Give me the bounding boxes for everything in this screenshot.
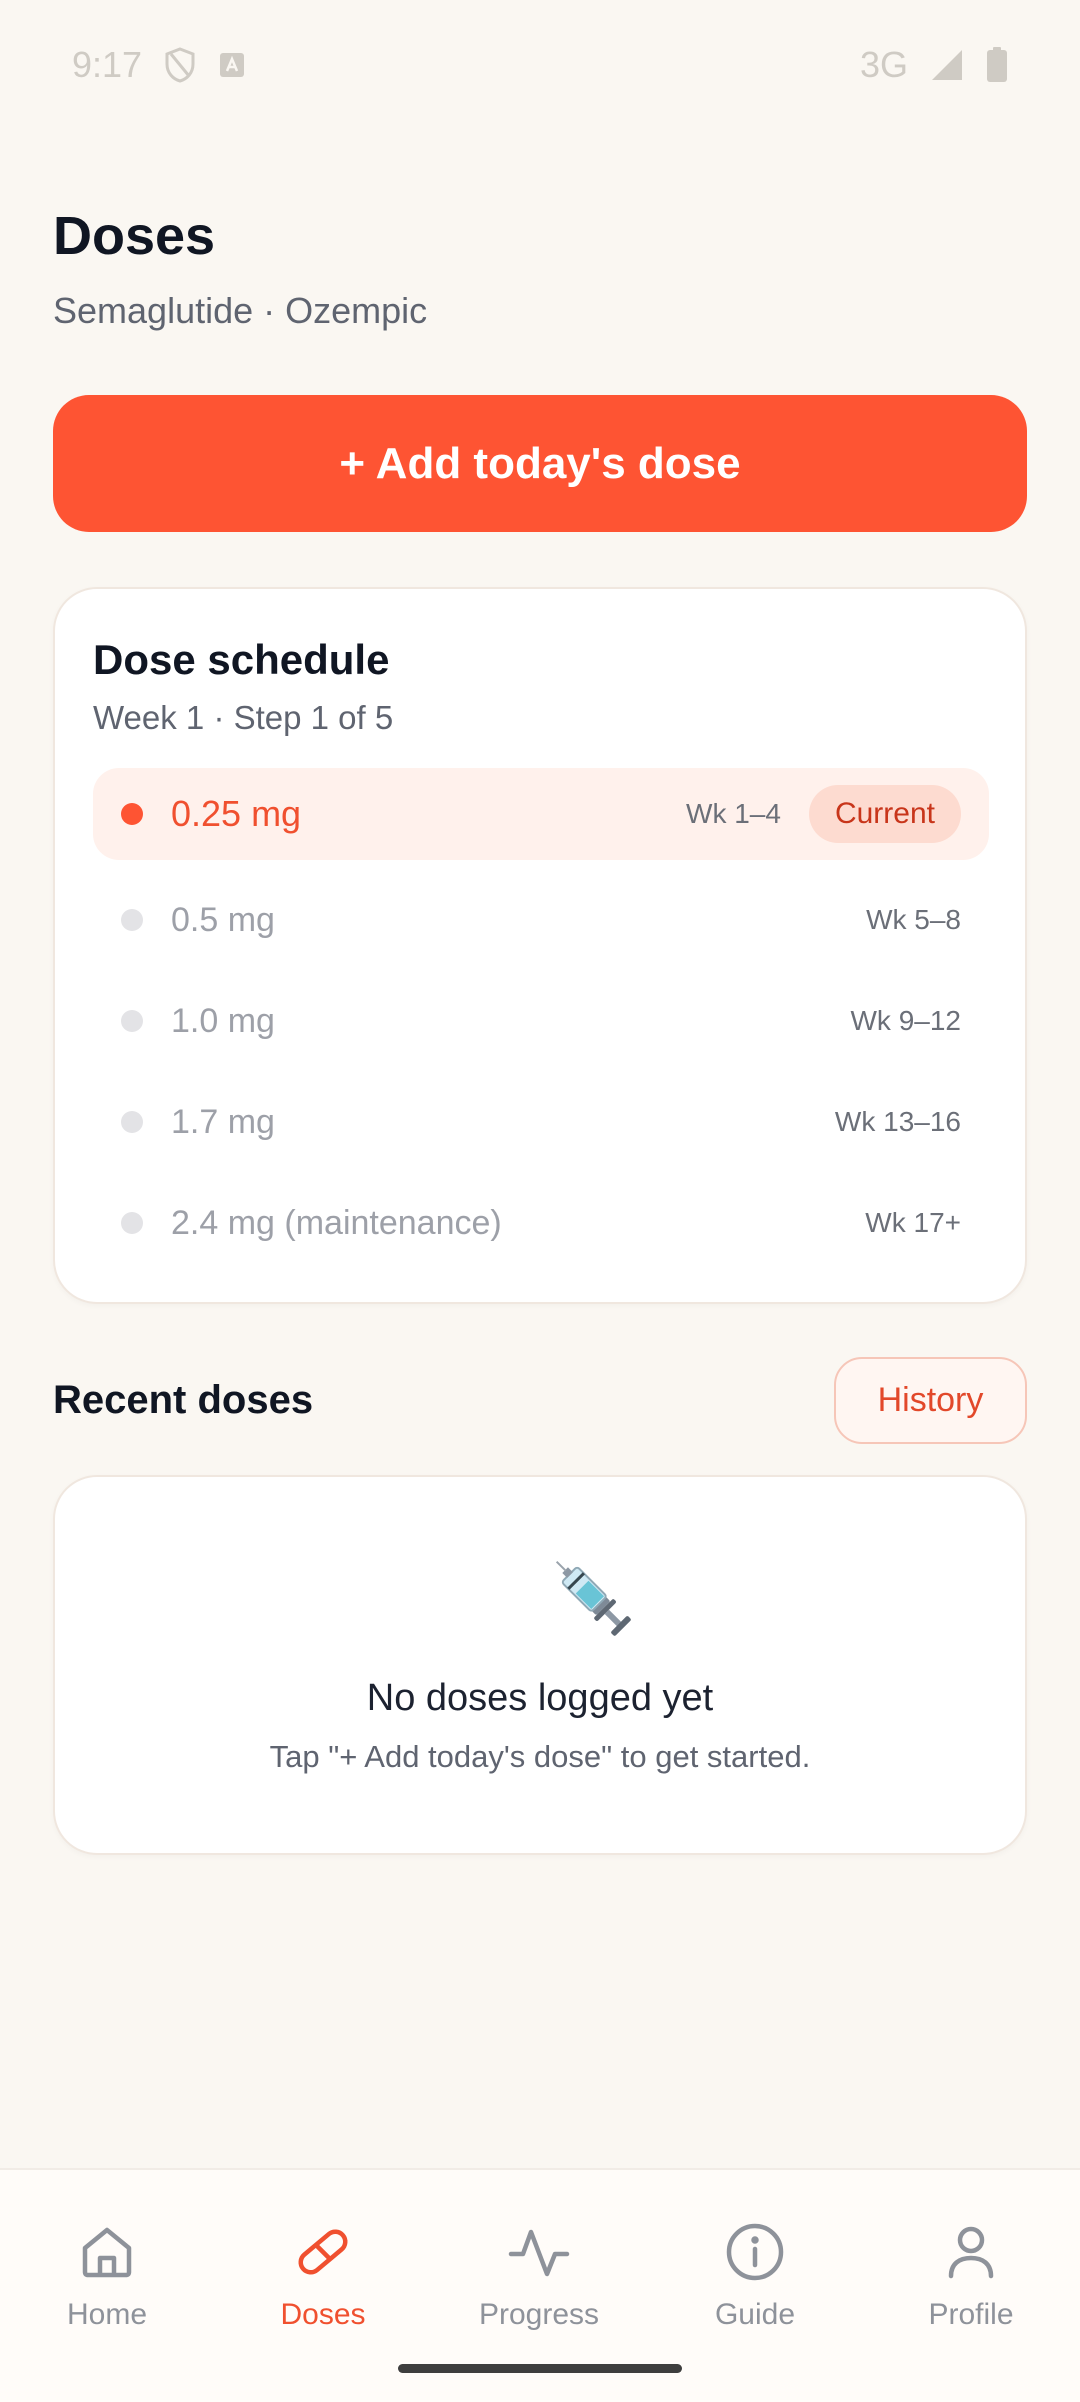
current-badge: Current — [808, 785, 961, 843]
dose-weeks: Wk 5–8 — [866, 904, 961, 935]
dose-amount: 0.5 mg — [171, 900, 275, 939]
dose-amount: 0.25 mg — [171, 793, 302, 834]
info-icon — [726, 2223, 784, 2281]
dot-icon — [121, 909, 143, 931]
activity-icon — [508, 2229, 570, 2277]
home-indicator[interactable] — [398, 2364, 682, 2373]
nav-label: Home — [66, 2298, 148, 2331]
medication-subtitle: Semaglutide · Ozempic — [53, 290, 428, 331]
history-button[interactable]: History — [834, 1357, 1027, 1444]
current-dot-icon — [121, 803, 143, 825]
signal-icon — [932, 50, 962, 80]
dose-row: 1.0 mg Wk 9–12 — [93, 975, 989, 1067]
dot-icon — [121, 1111, 143, 1133]
dose-schedule-card: Dose schedule Week 1 · Step 1 of 5 0.25 … — [53, 587, 1027, 1304]
nav-label: Doses — [280, 2298, 366, 2331]
nav-progress[interactable]: Progress — [459, 2220, 619, 2360]
dot-icon — [121, 1212, 143, 1234]
dose-row: 2.4 mg (maintenance) Wk 17+ — [93, 1177, 989, 1269]
dose-amount: 2.4 mg (maintenance) — [171, 1203, 502, 1242]
dose-row: 0.5 mg Wk 5–8 — [93, 874, 989, 966]
nav-home[interactable]: Home — [27, 2220, 187, 2360]
nav-label: Progress — [478, 2298, 600, 2331]
dose-weeks: Wk 1–4 — [686, 798, 781, 829]
empty-title: No doses logged yet — [366, 1677, 714, 1719]
shield-icon — [165, 47, 195, 83]
nav-doses[interactable]: Doses — [243, 2220, 403, 2360]
status-time: 9:17 — [72, 44, 143, 85]
dose-row: 1.7 mg Wk 13–16 — [93, 1076, 989, 1168]
schedule-title: Dose schedule — [93, 636, 390, 683]
dose-row-current: 0.25 mg Wk 1–4 Current — [93, 768, 989, 860]
add-dose-button[interactable]: + Add today's dose — [53, 395, 1027, 532]
dose-amount: 1.0 mg — [171, 1001, 275, 1040]
dose-weeks: Wk 17+ — [865, 1207, 961, 1238]
nav-label: Guide — [714, 2298, 796, 2331]
status-bar: 9:17 3G — [0, 0, 1080, 130]
status-left: 9:17 — [72, 44, 246, 86]
home-icon — [82, 2227, 132, 2278]
recent-doses-title: Recent doses — [53, 1378, 314, 1422]
schedule-subtitle: Week 1 · Step 1 of 5 — [93, 699, 394, 736]
empty-state-card: No doses logged yet Tap "+ Add today's d… — [53, 1475, 1027, 1855]
nav-guide[interactable]: Guide — [675, 2220, 835, 2360]
nav-profile[interactable]: Profile — [891, 2220, 1051, 2360]
network-type: 3G — [859, 44, 908, 85]
dot-icon — [121, 1010, 143, 1032]
nav-label: Profile — [928, 2298, 1014, 2331]
battery-icon — [987, 47, 1007, 82]
page-title: Doses — [53, 206, 216, 266]
dose-weeks: Wk 13–16 — [834, 1106, 961, 1137]
dose-amount: 1.7 mg — [171, 1102, 275, 1141]
person-icon — [948, 2226, 994, 2279]
syringe-icon — [555, 1560, 631, 1636]
status-right: 3G — [860, 44, 1008, 86]
dose-weeks: Wk 9–12 — [850, 1005, 962, 1036]
keyboard-icon — [220, 53, 245, 77]
pill-icon — [298, 2229, 348, 2275]
empty-subtitle: Tap "+ Add today's dose" to get started. — [269, 1739, 811, 1774]
